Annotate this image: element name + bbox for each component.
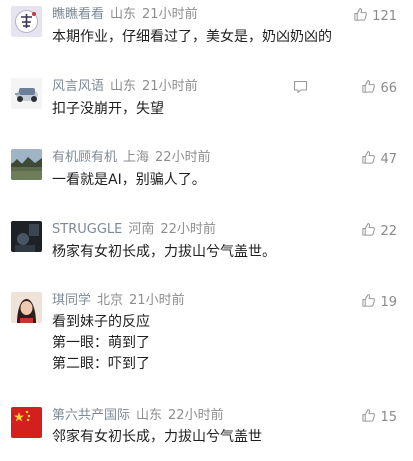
location-label: 河南 — [128, 222, 155, 237]
comment-text: 杨家有女初长成，力拔山兮气盖世。 — [52, 242, 276, 263]
comment-line: 第二眼：吓到了 — [52, 356, 150, 372]
like-count: 66 — [380, 81, 397, 96]
like-count: 22 — [380, 224, 397, 239]
like-count: 19 — [380, 295, 397, 310]
comment-line: 杨家有女初长成，力拔山兮气盖世。 — [52, 244, 276, 260]
location-label: 上海 — [123, 150, 150, 165]
username-link[interactable]: STRUGGLE — [52, 222, 122, 237]
timestamp: 21小时前 — [142, 79, 198, 94]
timestamp: 22小时前 — [168, 408, 224, 423]
comment-meta: 琪同学 北京 21小时前 — [52, 293, 185, 309]
avatar[interactable] — [11, 407, 42, 438]
avatar[interactable] — [11, 221, 42, 252]
timestamp: 22小时前 — [155, 150, 211, 165]
comment-meta: 有机顾有机 上海 22小时前 — [52, 150, 211, 166]
comment-text: 扣子没崩开，失望 — [52, 99, 164, 120]
username-link[interactable]: 瞧瞧看看 — [52, 7, 104, 22]
timestamp: 21小时前 — [142, 7, 198, 22]
comment-line: 本期作业，仔细看过了，美女是，奶凶奶凶的 — [52, 29, 332, 45]
comment-line: 扣子没崩开，失望 — [52, 101, 164, 117]
avatar[interactable] — [11, 6, 42, 37]
like-button[interactable]: 22 — [361, 222, 397, 240]
location-label: 北京 — [97, 293, 124, 308]
comment-meta: 瞧瞧看看 山东 21小时前 — [52, 7, 198, 23]
thumbs-up-icon — [362, 151, 376, 164]
like-count: 47 — [380, 152, 397, 167]
like-button[interactable]: 47 — [361, 150, 397, 168]
timestamp: 22小时前 — [160, 222, 216, 237]
like-button[interactable]: 121 — [353, 7, 397, 25]
comment-line: 邻家有女初长成，力拔山兮气盖世 — [52, 429, 262, 445]
comment-line: 第一眼：萌到了 — [52, 335, 150, 351]
comment-text: 看到妹子的反应 第一眼：萌到了 第二眼：吓到了 — [52, 312, 150, 375]
thumbs-up-icon — [362, 223, 376, 236]
comment-line: 一看就是AI，别骗人了。 — [52, 172, 206, 188]
thumbs-up-icon — [362, 294, 376, 307]
reply-button[interactable] — [293, 80, 308, 94]
comment-text: 本期作业，仔细看过了，美女是，奶凶奶凶的 — [52, 27, 332, 48]
avatar[interactable] — [11, 292, 42, 323]
avatar[interactable] — [11, 78, 42, 109]
thumbs-up-icon — [362, 80, 376, 93]
location-label: 山东 — [136, 408, 163, 423]
thumbs-up-icon — [362, 409, 376, 422]
comment-meta: 风言风语 山东 21小时前 — [52, 79, 198, 95]
like-button[interactable]: 15 — [361, 408, 397, 426]
username-link[interactable]: 第六共产国际 — [52, 408, 130, 423]
location-label: 山东 — [110, 7, 137, 22]
thumbs-up-icon — [354, 8, 368, 21]
username-link[interactable]: 风言风语 — [52, 79, 104, 94]
comment-line: 看到妹子的反应 — [52, 314, 150, 330]
like-button[interactable]: 19 — [361, 293, 397, 311]
username-link[interactable]: 有机顾有机 — [52, 150, 117, 165]
like-count: 15 — [380, 410, 397, 425]
avatar[interactable] — [11, 149, 42, 180]
timestamp: 21小时前 — [129, 293, 185, 308]
comment-text: 邻家有女初长成，力拔山兮气盖世 — [52, 427, 262, 448]
comment-bubble-icon — [293, 80, 308, 94]
like-count: 121 — [372, 9, 397, 24]
comment-meta: 第六共产国际 山东 22小时前 — [52, 408, 224, 424]
comment-text: 一看就是AI，别骗人了。 — [52, 170, 206, 191]
like-button[interactable]: 66 — [361, 79, 397, 97]
username-link[interactable]: 琪同学 — [52, 293, 91, 308]
location-label: 山东 — [110, 79, 137, 94]
comment-meta: STRUGGLE 河南 22小时前 — [52, 222, 216, 238]
